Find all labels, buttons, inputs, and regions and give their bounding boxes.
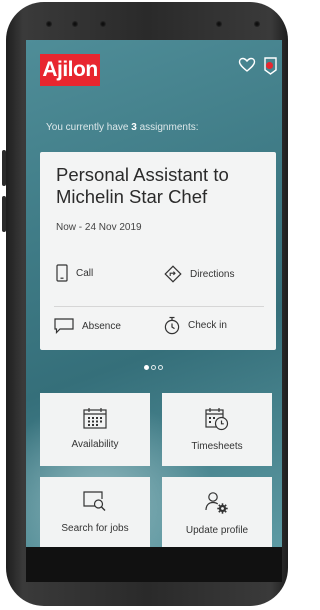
assignments-summary: You currently have 3 assignments: (46, 122, 199, 133)
sensor-dot (216, 21, 222, 27)
volume-up-button (2, 150, 6, 186)
search-jobs-label: Search for jobs (61, 523, 129, 534)
search-jobs-tile[interactable]: Search for jobs (40, 477, 150, 547)
sensor-dot (100, 21, 106, 27)
profile-settings-icon (205, 492, 228, 514)
camera-dot (72, 21, 78, 27)
availability-label: Availability (71, 439, 119, 450)
app-screen: Ajilon You currently have 3 assignments:… (26, 40, 282, 547)
phone-icon (56, 264, 68, 282)
availability-tile[interactable]: Availability (40, 393, 150, 466)
timesheets-label: Timesheets (191, 441, 243, 452)
directions-button[interactable]: Directions (164, 265, 234, 283)
bottom-bar (26, 547, 282, 582)
calendar-icon (83, 408, 107, 429)
ajilon-logo: Ajilon (40, 54, 100, 86)
notification-badge (266, 62, 273, 69)
volume-down-button (2, 196, 6, 232)
timesheets-tile[interactable]: Timesheets (162, 393, 272, 466)
card-divider (54, 306, 264, 307)
heart-icon[interactable] (238, 56, 256, 74)
sensor-dot (46, 21, 52, 27)
directions-icon (164, 265, 182, 283)
call-button[interactable]: Call (56, 264, 93, 282)
carousel-dot-active[interactable] (144, 365, 149, 370)
carousel-dot[interactable] (151, 365, 156, 370)
chat-icon (54, 318, 74, 334)
stopwatch-icon (164, 316, 180, 335)
carousel-pagination (144, 365, 163, 370)
assignment-card[interactable]: Personal Assistant to Michelin Star Chef… (40, 152, 276, 350)
update-profile-label: Update profile (185, 525, 249, 536)
assignment-title: Personal Assistant to Michelin Star Chef (56, 164, 229, 207)
sensor-dot (254, 21, 260, 27)
phone-top-bar (46, 12, 276, 34)
carousel-dot[interactable] (158, 365, 163, 370)
update-profile-tile[interactable]: Update profile (162, 477, 272, 547)
timesheet-icon (205, 408, 229, 431)
absence-button[interactable]: Absence (54, 318, 121, 334)
check-in-button[interactable]: Check in (164, 316, 227, 335)
assignment-dates: Now - 24 Nov 2019 (56, 222, 142, 233)
search-jobs-icon (83, 491, 106, 511)
